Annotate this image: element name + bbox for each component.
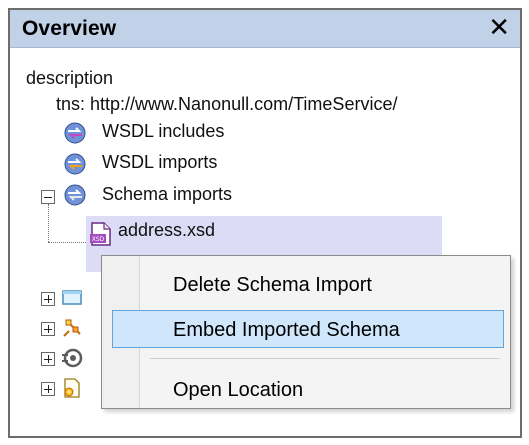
- wsdl-includes-icon: [63, 121, 87, 145]
- services-icon: [60, 376, 84, 400]
- close-icon[interactable]: ✕: [488, 13, 510, 41]
- menu-item-embed-imported-schema[interactable]: Embed Imported Schema: [112, 310, 504, 348]
- xsd-file-icon: XSD: [89, 222, 113, 246]
- schema-imports-icon: [63, 183, 87, 207]
- tns-label: tns: http://www.Nanonull.com/TimeService…: [56, 94, 398, 114]
- description-label: description: [26, 68, 114, 88]
- svg-text:XSD: XSD: [92, 236, 105, 243]
- messages-icon: [60, 286, 84, 310]
- menu-separator: [150, 358, 500, 359]
- tree-item-wsdl-includes[interactable]: WSDL includes: [102, 121, 224, 142]
- bindings-icon: [60, 346, 84, 370]
- panel-title: Overview: [22, 17, 117, 40]
- tree-item-wsdl-imports[interactable]: WSDL imports: [102, 152, 217, 173]
- expand-toggle-1[interactable]: [41, 292, 55, 306]
- expand-toggle-3[interactable]: [41, 352, 55, 366]
- overview-panel: Overview ✕ description tns: http://www.N…: [8, 8, 522, 438]
- tree-item-address-xsd[interactable]: address.xsd: [118, 220, 215, 241]
- tree-connector-vertical: [48, 204, 49, 242]
- port-types-icon: [60, 316, 84, 340]
- tree-item-schema-imports[interactable]: Schema imports: [102, 184, 232, 205]
- expand-toggle-2[interactable]: [41, 322, 55, 336]
- expand-toggle-4[interactable]: [41, 382, 55, 396]
- menu-item-open-location[interactable]: Open Location: [112, 370, 504, 408]
- tree-connector-horizontal: [48, 242, 86, 243]
- schema-import-context-menu: Delete Schema Import Embed Imported Sche…: [101, 255, 511, 409]
- menu-item-label: Open Location: [173, 379, 304, 401]
- menu-item-label: Embed Imported Schema: [173, 319, 400, 341]
- schema-imports-collapse-toggle[interactable]: [41, 190, 55, 204]
- menu-item-delete-schema-import[interactable]: Delete Schema Import: [112, 265, 504, 303]
- overview-titlebar: Overview ✕: [10, 10, 520, 48]
- wsdl-imports-icon: [63, 152, 87, 176]
- menu-item-label: Delete Schema Import: [173, 274, 372, 296]
